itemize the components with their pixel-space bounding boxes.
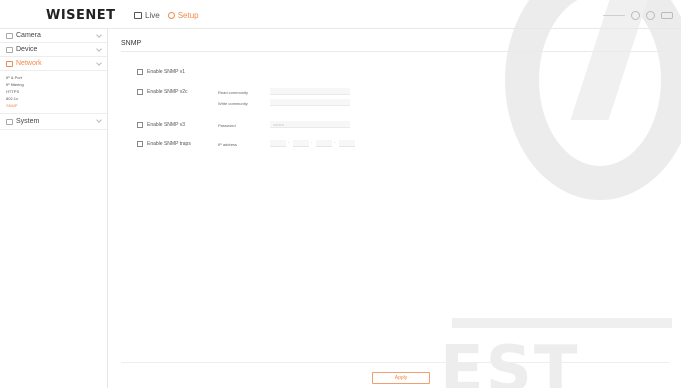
help-icon[interactable]: [646, 11, 655, 20]
chevron-down-icon: [96, 117, 102, 123]
snmp-v2c-checkbox[interactable]: [137, 89, 143, 95]
top-header: WISENET Live Setup: [0, 0, 681, 29]
sidebar-subitem-snmp[interactable]: SNMP: [6, 102, 107, 109]
sidebar-subitem-https[interactable]: HTTPS: [6, 88, 107, 95]
network-submenu: IP & Port IP filtering HTTPS 802.1x SNMP: [0, 71, 107, 114]
network-icon: [6, 60, 13, 67]
chevron-down-icon: [96, 32, 102, 38]
device-icon: [6, 46, 13, 53]
write-community-label: Write community: [218, 101, 248, 106]
read-community-field[interactable]: [270, 88, 350, 95]
ip-separator: ·: [311, 140, 313, 146]
wisenet-logo: WISENET: [46, 8, 116, 23]
sidebar-item-system[interactable]: System: [0, 114, 107, 130]
sidebar-subitem-ip-port[interactable]: IP & Port: [6, 74, 107, 81]
sidebar-item-device[interactable]: Device: [0, 43, 107, 57]
top-nav: Live Setup: [134, 11, 199, 20]
sidebar-item-label: Network: [16, 60, 42, 67]
snmp-v1-checkbox[interactable]: [137, 69, 143, 75]
camera-icon: [6, 32, 13, 39]
chevron-down-icon: [96, 46, 102, 52]
header-divider: [603, 15, 625, 16]
sidebar-item-label: Device: [16, 46, 38, 53]
ip-address-label: IP address: [218, 142, 238, 147]
ip-octet-2[interactable]: [293, 140, 309, 147]
user-icon[interactable]: [631, 11, 640, 20]
snmp-v3-label: Enable SNMP v3: [147, 122, 185, 128]
sidebar: Camera Device Network IP & Port IP filte…: [0, 29, 108, 388]
password-field[interactable]: ••••••••: [270, 121, 350, 128]
snmp-traps-checkbox[interactable]: [137, 141, 143, 147]
snmp-v1-row: Enable SNMP v1: [137, 69, 185, 75]
nav-setup[interactable]: Setup: [167, 11, 199, 20]
snmp-v3-checkbox[interactable]: [137, 122, 143, 128]
footer-divider: [121, 362, 669, 363]
nav-setup-label: Setup: [177, 11, 199, 20]
sidebar-item-camera[interactable]: Camera: [0, 29, 107, 43]
snmp-v1-label: Enable SNMP v1: [147, 69, 185, 75]
password-label: Password: [218, 123, 236, 128]
snmp-traps-label: Enable SNMP traps: [147, 141, 191, 147]
sidebar-item-label: System: [16, 118, 40, 125]
gear-icon: [167, 12, 175, 19]
nav-live[interactable]: Live: [134, 11, 160, 20]
read-community-label: Read community: [218, 90, 249, 95]
header-tools: [603, 11, 673, 20]
system-icon: [6, 118, 13, 125]
sidebar-item-network[interactable]: Network: [0, 57, 107, 71]
page-title: SNMP: [121, 40, 142, 47]
chevron-up-icon: [96, 60, 102, 66]
snmp-v3-row: Enable SNMP v3: [137, 122, 185, 128]
ip-separator: ·: [334, 140, 336, 146]
main-content: SNMP Enable SNMP v1 Enable SNMP v2c Read…: [109, 29, 681, 388]
sidebar-item-label: Camera: [16, 32, 41, 39]
nav-live-label: Live: [145, 11, 160, 20]
snmp-traps-row: Enable SNMP traps: [137, 141, 191, 147]
sidebar-subitem-8021x[interactable]: 802.1x: [6, 95, 107, 102]
snmp-v2c-label: Enable SNMP v2c: [147, 89, 188, 95]
sidebar-subitem-ip-filtering[interactable]: IP filtering: [6, 81, 107, 88]
menu-icon[interactable]: [661, 12, 673, 19]
ip-octet-1[interactable]: [270, 140, 286, 147]
ip-octet-4[interactable]: [339, 140, 355, 147]
apply-button[interactable]: Apply: [372, 372, 430, 384]
title-divider: [121, 51, 669, 52]
ip-separator: ·: [288, 140, 290, 146]
snmp-v2c-row: Enable SNMP v2c: [137, 89, 187, 95]
monitor-icon: [134, 12, 142, 19]
ip-octet-3[interactable]: [316, 140, 332, 147]
write-community-field[interactable]: [270, 99, 350, 106]
